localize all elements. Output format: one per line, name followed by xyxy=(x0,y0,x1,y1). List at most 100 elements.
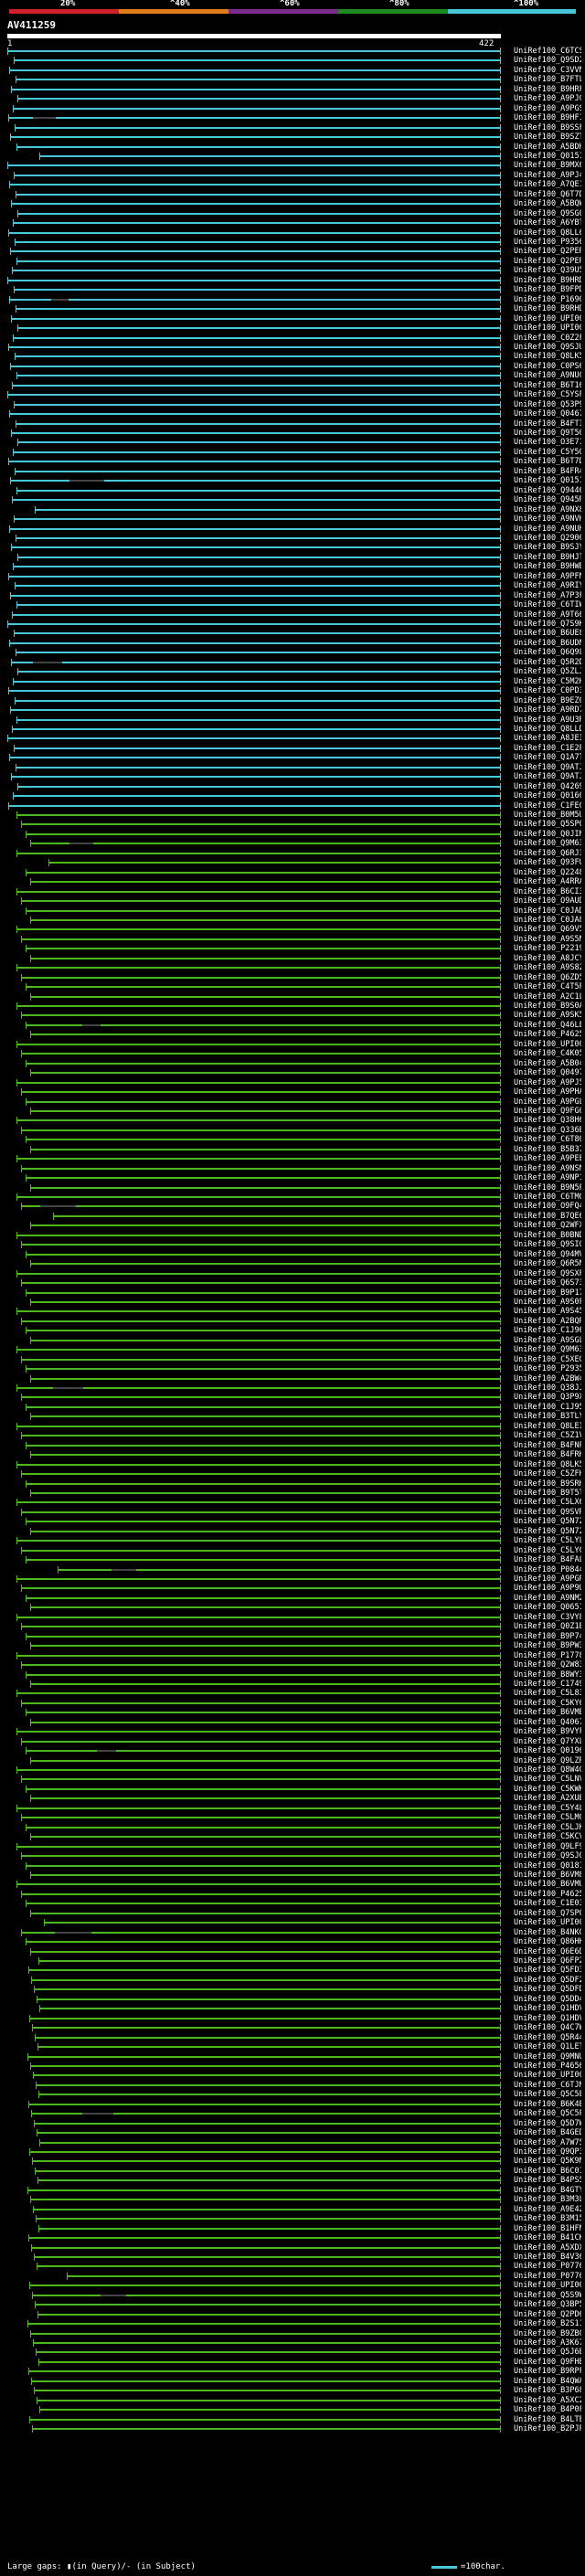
hit-row[interactable]: UniRef100_Q53P96 xyxy=(0,400,585,410)
hit-label-link[interactable]: UniRef100_Q9SG03 xyxy=(514,209,581,219)
hit-label-link[interactable]: UniRef100_Q7YXL7 xyxy=(514,1737,581,1747)
hit-row[interactable]: UniRef100_B4NKG7 xyxy=(0,1928,585,1938)
hit-row[interactable]: UniRef100_Q04677 xyxy=(0,409,585,419)
hit-label-link[interactable]: UniRef100_C6TMG1 xyxy=(514,1193,581,1203)
hit-label-link[interactable]: UniRef100_A9NX85 xyxy=(514,505,581,515)
hit-row[interactable]: UniRef100_C4T5P1 xyxy=(0,982,585,992)
hit-row[interactable]: UniRef100_C0PD30 xyxy=(0,686,585,696)
hit-row[interactable]: UniRef100_A7QE19 xyxy=(0,180,585,190)
hit-label-link[interactable]: UniRef100_B6K4B7 xyxy=(514,2100,581,2110)
hit-row[interactable]: UniRef100_Q9M633 xyxy=(0,839,585,849)
hit-row[interactable]: UniRef100_O3E716 xyxy=(0,438,585,448)
hit-row[interactable]: UniRef100_B9HF14 xyxy=(0,113,585,123)
hit-row[interactable]: UniRef100_C0Z2F2 xyxy=(0,334,585,344)
hit-row[interactable]: UniRef100_Q2W830 xyxy=(0,1660,585,1670)
hit-label-link[interactable]: UniRef100_Q01600 xyxy=(514,791,581,801)
hit-row[interactable]: UniRef100_Q5ZLJ0 xyxy=(0,667,585,677)
hit-label-link[interactable]: UniRef100_C3VY85 xyxy=(514,1613,581,1623)
hit-row[interactable]: UniRef100_A9PFN5 xyxy=(0,572,585,582)
hit-row[interactable]: UniRef100_B6C019 xyxy=(0,2167,585,2177)
hit-row[interactable]: UniRef100_Q7SP03 xyxy=(0,1909,585,1919)
hit-row[interactable]: UniRef100_Q69V57 xyxy=(0,925,585,935)
hit-row[interactable]: UniRef100_Q9SG03 xyxy=(0,209,585,219)
hit-label-link[interactable]: UniRef100_B9S0A4 xyxy=(514,1002,581,1012)
hit-label-link[interactable]: UniRef100_C5KY69 xyxy=(514,1699,581,1709)
hit-row[interactable]: UniRef100_Q8LLD7 xyxy=(0,725,585,735)
hit-label-link[interactable]: UniRef100_A6YBT3 xyxy=(514,218,581,228)
hit-label-link[interactable]: UniRef100_B4NKG7 xyxy=(514,1928,581,1938)
hit-label-link[interactable]: UniRef100_Q6E6D2 xyxy=(514,1947,581,1957)
hit-row[interactable]: UniRef100_B4FR47 xyxy=(0,467,585,477)
hit-row[interactable]: UniRef100_C5Y4L0 xyxy=(0,1804,585,1814)
hit-label-link[interactable]: UniRef100_A3K67R xyxy=(514,2338,581,2348)
hit-row[interactable]: UniRef100_Q9SVR7 xyxy=(0,1508,585,1518)
hit-row[interactable]: UniRef100_A9PGS7 xyxy=(0,104,585,114)
hit-label-link[interactable]: UniRef100_Q2WFX0 xyxy=(514,1221,581,1231)
hit-row[interactable]: UniRef100_A5BDH7 xyxy=(0,143,585,153)
hit-label-link[interactable]: UniRef100_Q7SP03 xyxy=(514,1909,581,1919)
hit-label-link[interactable]: UniRef100_Q9SJU4 xyxy=(514,343,581,353)
hit-label-link[interactable]: UniRef100_A9PJ53 xyxy=(514,1078,581,1088)
hit-label-link[interactable]: UniRef100_B9RHD4 xyxy=(514,304,581,314)
hit-row[interactable]: UniRef100_Q2PER4 xyxy=(0,257,585,267)
hit-label-link[interactable]: UniRef100_Q39U50 xyxy=(514,266,581,276)
hit-label-link[interactable]: UniRef100_P93565 xyxy=(514,238,581,248)
hit-row[interactable]: UniRef100_P08440 xyxy=(0,1565,585,1575)
hit-row[interactable]: UniRef100_Q2PER4 xyxy=(0,247,585,257)
hit-label-link[interactable]: UniRef100_C4T5P1 xyxy=(514,982,581,992)
hit-row[interactable]: UniRef100_B9HJT3 xyxy=(0,553,585,563)
hit-row[interactable]: UniRef100_A9SGL4 xyxy=(0,1336,585,1346)
hit-label-link[interactable]: UniRef100_A9NSN4 xyxy=(514,1164,581,1174)
hit-label-link[interactable]: UniRef100_B4QWA0 xyxy=(514,2377,581,2387)
hit-row[interactable]: UniRef100_A9S5N9 xyxy=(0,935,585,945)
hit-label-link[interactable]: UniRef100_B9MX67 xyxy=(514,161,581,171)
hit-label-link[interactable]: UniRef100_Q5DFD3 xyxy=(514,1985,581,1995)
hit-label-link[interactable]: UniRef100_P46257 xyxy=(514,1890,581,1900)
hit-row[interactable]: UniRef100_C6TMG1 xyxy=(0,1193,585,1203)
hit-label-link[interactable]: UniRef100_P07764-3 xyxy=(514,2262,581,2272)
hit-row[interactable]: UniRef100_Q1A7T7 xyxy=(0,753,585,763)
hit-row[interactable]: UniRef100_UPI000... xyxy=(0,2281,585,2291)
hit-label-link[interactable]: UniRef100_C5ZFH6 xyxy=(514,1469,581,1479)
hit-row[interactable]: UniRef100_A9PJ53 xyxy=(0,1078,585,1088)
hit-row[interactable]: UniRef100_Q9T509 xyxy=(0,429,585,439)
hit-label-link[interactable]: UniRef100_B9T5T6 xyxy=(514,1489,581,1499)
hit-row[interactable]: UniRef100_C1J960 xyxy=(0,1326,585,1336)
hit-row[interactable]: UniRef100_A9PEE1 xyxy=(0,1154,585,1164)
hit-label-link[interactable]: UniRef100_B4FTI5 xyxy=(514,419,581,429)
hit-label-link[interactable]: UniRef100_B9SSF5 xyxy=(514,123,581,133)
hit-row[interactable]: UniRef100_A5XDX0 xyxy=(0,2243,585,2253)
hit-row[interactable]: UniRef100_B9EZ03 xyxy=(0,696,585,706)
hit-label-link[interactable]: UniRef100_B9P179 xyxy=(514,1288,581,1299)
hit-label-link[interactable]: UniRef100_B41CK7 xyxy=(514,2233,581,2243)
hit-label-link[interactable]: UniRef100_Q5N725 xyxy=(514,1517,581,1527)
hit-row[interactable]: UniRef100_Q5DF28 xyxy=(0,1976,585,1986)
hit-label-link[interactable]: UniRef100_Q9T509 xyxy=(514,429,581,439)
hit-row[interactable]: UniRef100_A9NX85 xyxy=(0,505,585,515)
hit-label-link[interactable]: UniRef100_B4FR47 xyxy=(514,467,581,477)
hit-label-link[interactable]: UniRef100_Q6R5N7 xyxy=(514,1259,581,1269)
hit-row[interactable]: UniRef100_P07764 xyxy=(0,2272,585,2282)
hit-row[interactable]: UniRef100_B7QE67 xyxy=(0,1212,585,1222)
hit-label-link[interactable]: UniRef100_A9RD76 xyxy=(514,705,581,716)
hit-label-link[interactable]: UniRef100_UPI000... xyxy=(514,2071,581,2081)
hit-label-link[interactable]: UniRef100_Q04677 xyxy=(514,409,581,419)
hit-label-link[interactable]: UniRef100_Q9M633 xyxy=(514,839,581,849)
hit-row[interactable]: UniRef100_C4K058 xyxy=(0,1049,585,1059)
hit-row[interactable]: UniRef100_A9PJ44 xyxy=(0,171,585,181)
hit-row[interactable]: UniRef100_B4V361 xyxy=(0,2253,585,2263)
hit-label-link[interactable]: UniRef100_B3TLY1 xyxy=(514,1412,581,1422)
hit-label-link[interactable]: UniRef100_Q01964 xyxy=(514,1746,581,1756)
hit-row[interactable]: UniRef100_B2PJP7 xyxy=(0,2424,585,2434)
hit-label-link[interactable]: UniRef100_Q5D7W9 xyxy=(514,2119,581,2129)
hit-row[interactable]: UniRef100_C5XEQ7 xyxy=(0,1355,585,1365)
hit-label-link[interactable]: UniRef100_A5XDX0 xyxy=(514,2243,581,2253)
hit-label-link[interactable]: UniRef100_Q94MV9 xyxy=(514,1250,581,1260)
hit-label-link[interactable]: UniRef100_Q40676 xyxy=(514,1718,581,1728)
hit-label-link[interactable]: UniRef100_B4FRH3 xyxy=(514,1450,581,1460)
hit-row[interactable]: UniRef100_Q86HK7 xyxy=(0,1937,585,1947)
hit-row[interactable]: UniRef100_Q3P9X3 xyxy=(0,1393,585,1403)
hit-label-link[interactable]: UniRef100_A2BW48 xyxy=(514,1374,581,1384)
hit-label-link[interactable]: UniRef100_A9PGL3 xyxy=(514,1097,581,1108)
hit-row[interactable]: UniRef100_A9NSN4 xyxy=(0,1164,585,1174)
